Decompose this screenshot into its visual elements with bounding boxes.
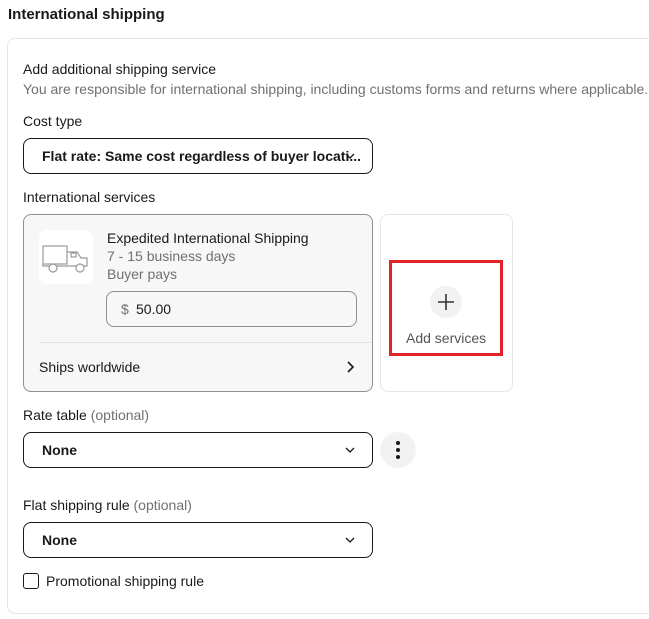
highlight-box <box>389 260 503 356</box>
price-input[interactable]: $ 50.00 <box>106 291 357 327</box>
panel-description: You are responsible for international sh… <box>23 81 649 97</box>
section-title: International shipping <box>8 6 165 23</box>
rate-table-value: None <box>42 442 77 458</box>
cost-type-value: Flat rate: Same cost regardless of buyer… <box>42 148 361 164</box>
service-name: Expedited International Shipping <box>107 230 309 246</box>
ships-worldwide-link[interactable]: Ships worldwide <box>39 359 140 375</box>
flat-shipping-rule-select[interactable]: None <box>23 522 373 558</box>
promotional-rule-checkbox[interactable] <box>23 573 39 589</box>
optional-tag: (optional) <box>133 497 192 513</box>
optional-tag: (optional) <box>90 407 150 423</box>
promotional-rule-label[interactable]: Promotional shipping rule <box>46 573 204 589</box>
service-payer: Buyer pays <box>107 266 178 282</box>
panel-heading: Add additional shipping service <box>23 61 217 77</box>
chevron-down-icon <box>345 153 355 159</box>
rate-table-label-text: Rate table <box>23 407 87 423</box>
chevron-down-icon <box>345 537 355 543</box>
flat-shipping-rule-label: Flat shipping rule (optional) <box>23 497 192 513</box>
truck-icon <box>39 230 93 284</box>
service-delivery-time: 7 - 15 business days <box>107 248 236 264</box>
international-services-label: International services <box>23 189 156 205</box>
flat-shipping-rule-value: None <box>42 532 77 548</box>
more-options-button[interactable] <box>380 432 416 468</box>
chevron-down-icon <box>345 447 355 453</box>
price-value: 50.00 <box>136 301 172 317</box>
cost-type-select[interactable]: Flat rate: Same cost regardless of buyer… <box>23 138 373 174</box>
service-card[interactable]: Expedited International Shipping 7 - 15 … <box>23 214 373 392</box>
cost-type-label: Cost type <box>23 113 83 129</box>
currency-symbol: $ <box>121 301 129 317</box>
flat-shipping-rule-label-text: Flat shipping rule <box>23 497 130 513</box>
chevron-right-icon[interactable] <box>343 360 357 374</box>
rate-table-select[interactable]: None <box>23 432 373 468</box>
rate-table-label: Rate table (optional) <box>23 407 149 423</box>
divider <box>39 342 372 343</box>
